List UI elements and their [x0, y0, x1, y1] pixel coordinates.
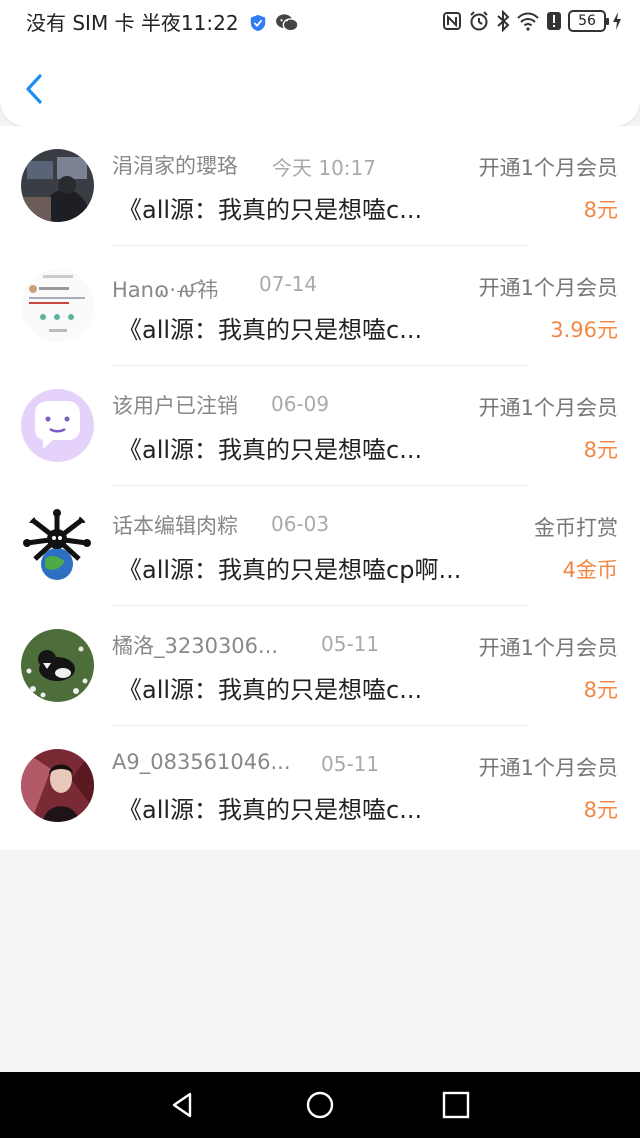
- record-date: 05-11: [321, 752, 380, 776]
- work-title: 《all源：我真的只是想嗑c...: [118, 796, 423, 824]
- list-item[interactable]: Hanɷ·ꫛ祎 07-14 《all源：我真的只是想嗑c... 开通1个月会员 …: [0, 246, 640, 366]
- list-item[interactable]: 该用户已注销 06-09 《all源：我真的只是想嗑c... 开通1个月会员 8…: [0, 366, 640, 486]
- avatar[interactable]: [21, 509, 94, 582]
- avatar[interactable]: [21, 629, 94, 702]
- wifi-icon: [517, 12, 539, 31]
- user-name: 话本编辑肉粽: [112, 514, 238, 538]
- record-amount: 8元: [583, 798, 618, 822]
- back-arrow-icon[interactable]: [18, 70, 52, 108]
- shield-icon: [250, 14, 265, 32]
- record-date: 06-03: [271, 512, 330, 536]
- avatar-image: [21, 629, 94, 702]
- user-name: Hanɷ·ꫛ祎: [112, 278, 219, 302]
- status-bar: 没有 SIM 卡 半夜11:22 56: [0, 0, 640, 48]
- record-type: 开通1个月会员: [478, 276, 618, 300]
- wechat-icon: [275, 14, 299, 32]
- avatar-image: [21, 509, 94, 582]
- recents-square-icon[interactable]: [441, 1090, 471, 1120]
- work-title: 《all源：我真的只是想嗑c...: [118, 316, 423, 344]
- list-item[interactable]: 涓涓家的瓔珞 今天 10:17 《all源：我真的只是想嗑c... 开通1个月会…: [0, 126, 640, 246]
- work-title: 《all源：我真的只是想嗑c...: [118, 196, 423, 224]
- work-title: 《all源：我真的只是想嗑cp啊...: [118, 556, 462, 584]
- record-amount: 4金币: [562, 558, 618, 582]
- battery-indicator: 56: [568, 10, 609, 32]
- header: [0, 48, 640, 126]
- user-name: 橘洛_3230306...: [112, 634, 279, 658]
- avatar[interactable]: [21, 749, 94, 822]
- record-type: 金币打赏: [534, 516, 618, 540]
- battery-level: 56: [578, 13, 596, 29]
- record-type: 开通1个月会员: [478, 636, 618, 660]
- avatar[interactable]: [21, 269, 94, 342]
- avatar-image: [21, 149, 94, 222]
- record-date: 05-11: [321, 632, 380, 656]
- record-amount: 8元: [583, 438, 618, 462]
- record-date: 06-09: [271, 392, 330, 416]
- work-title: 《all源：我真的只是想嗑c...: [118, 436, 423, 464]
- user-name: 该用户已注销: [112, 394, 238, 418]
- back-triangle-icon[interactable]: [168, 1090, 198, 1120]
- record-type: 开通1个月会员: [478, 156, 618, 180]
- avatar[interactable]: [21, 149, 94, 222]
- alert-icon: [547, 12, 561, 30]
- status-text: 没有 SIM 卡 半夜11:22: [26, 11, 239, 35]
- list-item[interactable]: A9_083561046... 05-11 《all源：我真的只是想嗑c... …: [0, 726, 640, 846]
- work-title: 《all源：我真的只是想嗑c...: [118, 676, 423, 704]
- list-item[interactable]: 橘洛_3230306... 05-11 《all源：我真的只是想嗑c... 开通…: [0, 606, 640, 726]
- record-date: 07-14: [259, 272, 318, 296]
- system-nav-bar: [0, 1072, 640, 1138]
- status-right: 56: [442, 10, 622, 32]
- avatar[interactable]: [21, 389, 94, 462]
- income-record-list: 涓涓家的瓔珞 今天 10:17 《all源：我真的只是想嗑c... 开通1个月会…: [0, 126, 640, 850]
- user-name: 涓涓家的瓔珞: [112, 154, 238, 178]
- home-circle-icon[interactable]: [305, 1090, 335, 1120]
- avatar-image: [21, 749, 94, 822]
- bluetooth-icon: [497, 10, 510, 32]
- nfc-icon: [443, 12, 461, 30]
- user-name: A9_083561046...: [112, 750, 291, 774]
- list-item[interactable]: 话本编辑肉粽 06-03 《all源：我真的只是想嗑cp啊... 金币打赏 4金…: [0, 486, 640, 606]
- record-type: 开通1个月会员: [478, 396, 618, 420]
- record-type: 开通1个月会员: [478, 756, 618, 780]
- alarm-icon: [470, 11, 488, 31]
- record-date: 今天 10:17: [272, 156, 376, 180]
- avatar-image: [21, 269, 94, 342]
- charging-icon: [613, 12, 621, 30]
- avatar-image: [21, 389, 94, 462]
- record-amount: 3.96元: [550, 318, 618, 342]
- record-amount: 8元: [583, 198, 618, 222]
- status-left: 没有 SIM 卡 半夜11:22: [26, 8, 299, 38]
- record-amount: 8元: [583, 678, 618, 702]
